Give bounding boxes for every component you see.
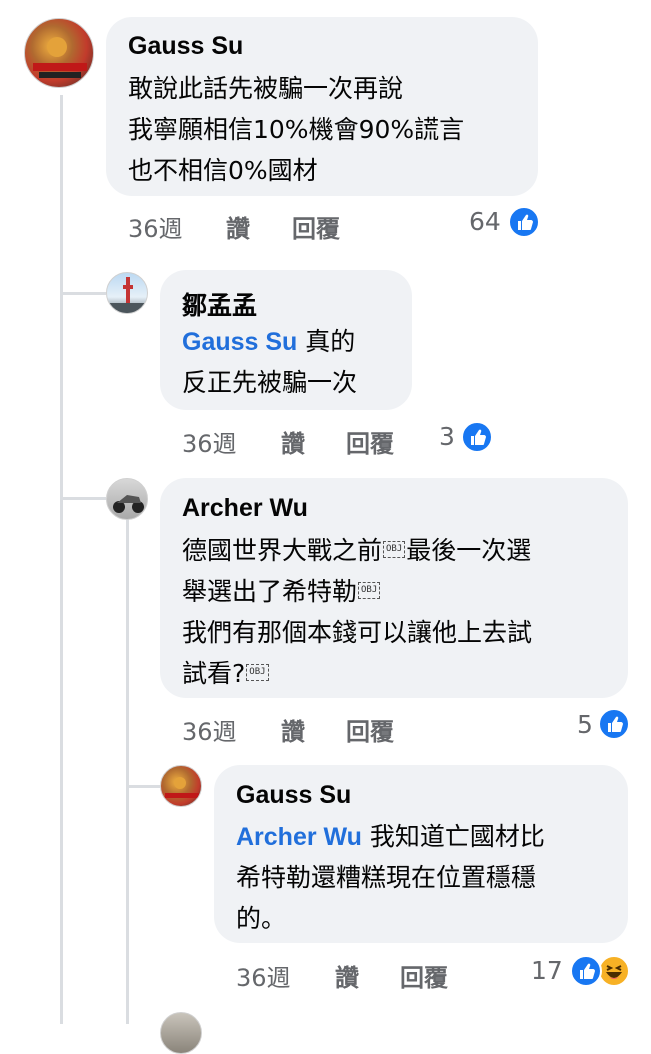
like-button[interactable]: 讚 <box>226 209 250 244</box>
comment-author[interactable]: Gauss Su <box>128 32 243 61</box>
like-icon <box>570 955 602 987</box>
comment-line: 我們有那個本錢可以讓他上去試 <box>182 618 533 647</box>
mention-link[interactable]: Archer Wu <box>236 823 362 851</box>
reaction-count[interactable]: 17 <box>531 956 563 985</box>
timestamp[interactable]: 36週 <box>182 712 237 747</box>
timestamp[interactable]: 36週 <box>128 209 183 244</box>
like-icon <box>598 708 630 740</box>
like-icon <box>461 421 493 453</box>
avatar[interactable] <box>160 765 202 807</box>
comment-line: 舉選出了希特勒 OBJ <box>182 571 381 612</box>
avatar[interactable] <box>106 478 148 520</box>
comment-line: 試看? OBJ <box>182 653 270 694</box>
mention-link[interactable]: Gauss Su <box>182 328 297 356</box>
comment-line: 希特勒還糟糕現在位置穩穩 <box>236 863 537 892</box>
comment-text: 最後一次選 <box>406 536 532 565</box>
timestamp[interactable]: 36週 <box>236 958 291 993</box>
like-button[interactable]: 讚 <box>281 424 305 459</box>
comment-line: 反正先被騙一次 <box>182 368 358 397</box>
avatar-image <box>165 777 199 798</box>
comment-line: 也不相信0%國材 <box>128 156 318 185</box>
like-button[interactable]: 讚 <box>335 958 359 993</box>
reply-button[interactable]: 回覆 <box>346 712 394 747</box>
comment-line: 的。 <box>236 904 287 933</box>
comment-author[interactable]: Gauss Su <box>236 781 351 810</box>
thread-branch-1 <box>60 292 106 295</box>
avatar[interactable] <box>24 18 94 88</box>
reaction-count[interactable]: 3 <box>439 422 455 451</box>
comment-line: 敢說此話先被騙一次再說 <box>128 74 404 103</box>
obj-placeholder-icon: OBJ <box>383 540 406 558</box>
avatar-image <box>33 37 87 78</box>
comment-line: 德國世界大戰之前 OBJ 最後一次選 <box>182 530 531 571</box>
avatar-image <box>113 495 144 513</box>
avatar[interactable] <box>106 272 148 314</box>
reply-button[interactable]: 回覆 <box>292 209 340 244</box>
reply-button[interactable]: 回覆 <box>346 424 394 459</box>
thread-branch-3 <box>126 785 160 788</box>
comment-line: 我寧願相信10%機會90%謊言 <box>128 115 465 144</box>
thread-line-sub <box>126 517 129 1024</box>
thread-line-main <box>60 95 63 1024</box>
haha-icon <box>598 955 630 987</box>
comment-line: Archer Wu 我知道亡國材比 <box>236 816 545 858</box>
comment-author[interactable]: Archer Wu <box>182 494 308 523</box>
reaction-count[interactable]: 64 <box>469 207 501 236</box>
comment-line: Gauss Su 真的 <box>182 321 355 363</box>
comment-text: 真的 <box>297 327 356 356</box>
comment-text: 德國世界大戰之前 <box>182 536 383 565</box>
like-button[interactable]: 讚 <box>281 712 305 747</box>
avatar[interactable] <box>160 1012 202 1054</box>
comment-author[interactable]: 鄒孟孟 <box>182 286 257 322</box>
thread-branch-2 <box>60 497 106 500</box>
obj-placeholder-icon: OBJ <box>246 663 269 681</box>
obj-placeholder-icon: OBJ <box>358 581 381 599</box>
comment-text: 我知道亡國材比 <box>361 822 545 851</box>
comment-text: 舉選出了希特勒 <box>182 577 358 606</box>
comment-text: 試看? <box>182 659 246 688</box>
avatar-image <box>107 277 147 313</box>
reply-button[interactable]: 回覆 <box>400 958 448 993</box>
timestamp[interactable]: 36週 <box>182 424 237 459</box>
like-icon <box>508 206 540 238</box>
reaction-count[interactable]: 5 <box>577 710 593 739</box>
